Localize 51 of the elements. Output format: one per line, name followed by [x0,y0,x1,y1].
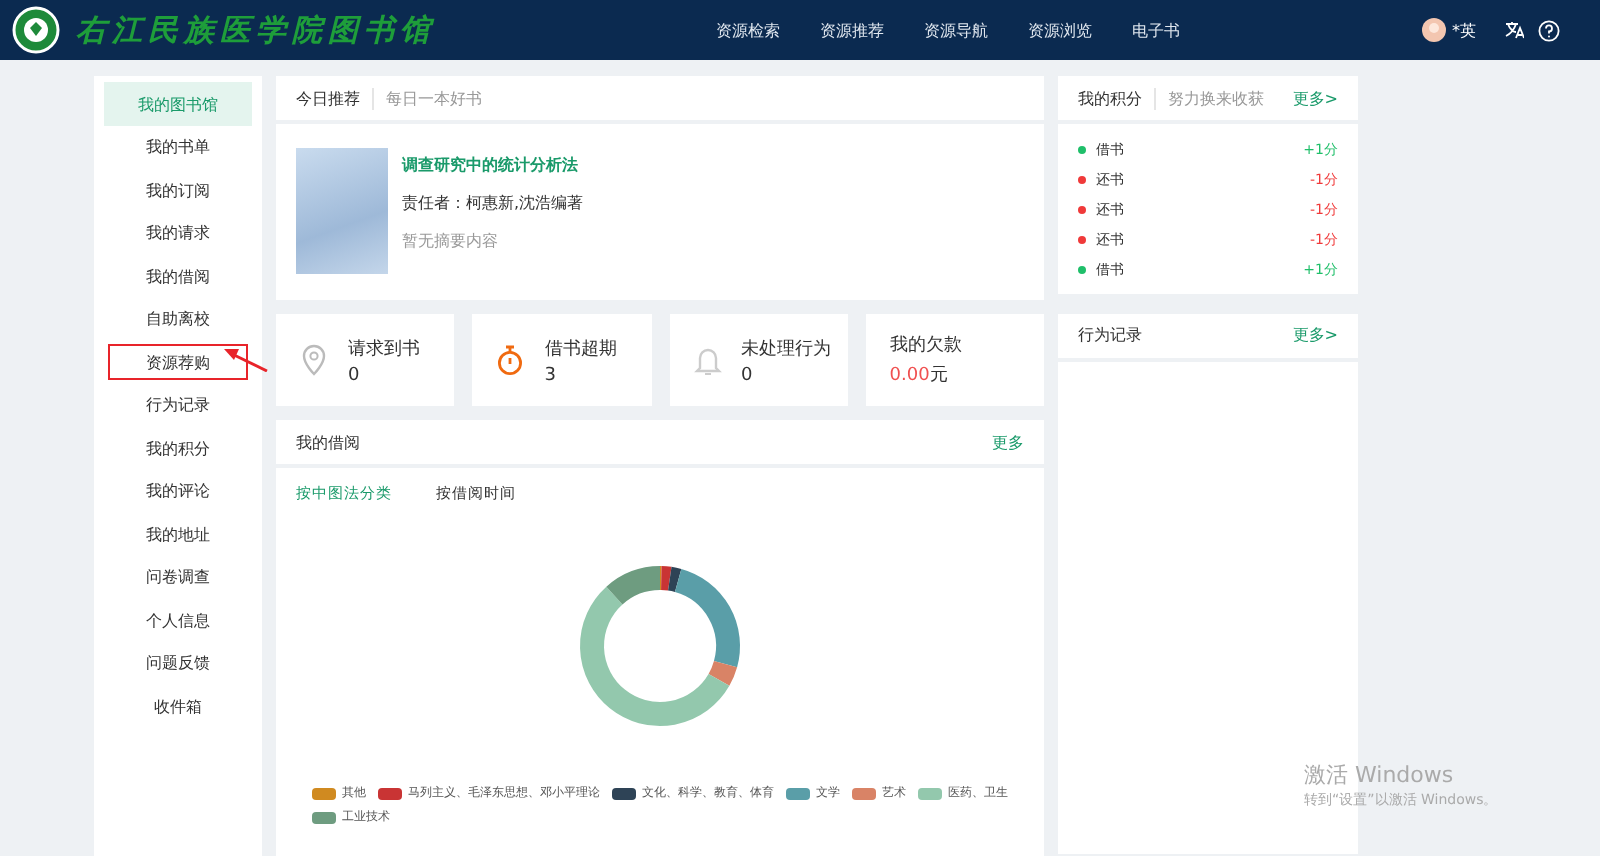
sidebar-item[interactable]: 资源荐购 [104,340,252,384]
more-link[interactable]: 更多> [1292,324,1338,346]
card-title: 行为记录 [1078,324,1142,346]
card-subtitle: 努力换来收获 [1154,87,1293,109]
university-emblem-icon [12,6,60,54]
stat-value: 0.00元 [889,364,950,388]
sidebar-item[interactable]: 我的订阅 [104,168,252,212]
nav-link[interactable]: 电子书 [1132,19,1180,41]
sidebar-item[interactable]: 问卷调查 [104,555,252,599]
book-cover-placeholder [296,148,388,274]
location-pin-icon [300,344,328,376]
card-subtitle: 每日一本好书 [372,87,1024,109]
nav-link[interactable]: 资源浏览 [1028,19,1092,41]
stat-label: 请求到书 [348,337,420,361]
book-title[interactable]: 调查研究中的统计分析法 [402,154,584,176]
card-title: 我的积分 [1078,87,1142,109]
sidebar-item[interactable]: 问题反馈 [104,641,252,685]
stat-value: 0 [348,365,362,385]
library-name: 右江民族医学院图书馆 [76,11,438,49]
user-name[interactable]: *英 [1452,19,1476,41]
nav-link[interactable]: 资源导航 [924,19,988,41]
stat-value: 0 [741,365,755,385]
stat-label: 未处理行为 [741,337,831,361]
sidebar-item[interactable]: 我的评论 [104,469,252,513]
bell-icon [693,344,721,376]
stat-label: 我的欠款 [889,333,962,358]
sidebar-item[interactable]: 个人信息 [104,598,252,642]
activation-title: 激活 Windows [1304,760,1456,790]
translate-icon[interactable] [1504,20,1524,40]
help-icon[interactable] [1538,19,1560,41]
sidebar-item[interactable]: 我的请求 [104,211,252,255]
nav-link[interactable]: 资源检索 [716,19,780,41]
sidebar-item[interactable]: 我的地址 [104,512,252,556]
avatar-icon[interactable] [1422,18,1446,42]
stat-value: 3 [544,365,558,385]
more-link[interactable]: 更多> [1292,87,1338,109]
sidebar-item[interactable]: 行为记录 [104,383,252,427]
card-title: 我的借阅 [296,431,360,453]
stat-label: 借书超期 [544,337,617,361]
sidebar-item[interactable]: 收件箱 [104,684,252,728]
stopwatch-icon [496,344,525,376]
more-link[interactable]: 更多 [992,431,1024,453]
sidebar-item[interactable]: 我的积分 [104,426,252,470]
annotation-arrow [224,348,268,372]
book-author: 责任者：柯惠新,沈浩编著 [402,192,584,214]
sidebar-item[interactable]: 自助离校 [104,297,252,341]
sidebar-item[interactable]: 我的书单 [104,125,252,169]
sidebar-item[interactable]: 我的借阅 [104,254,252,298]
nav-link[interactable]: 资源推荐 [820,19,884,41]
card-title: 今日推荐 [296,87,360,109]
book-summary: 暂无摘要内容 [402,230,500,252]
